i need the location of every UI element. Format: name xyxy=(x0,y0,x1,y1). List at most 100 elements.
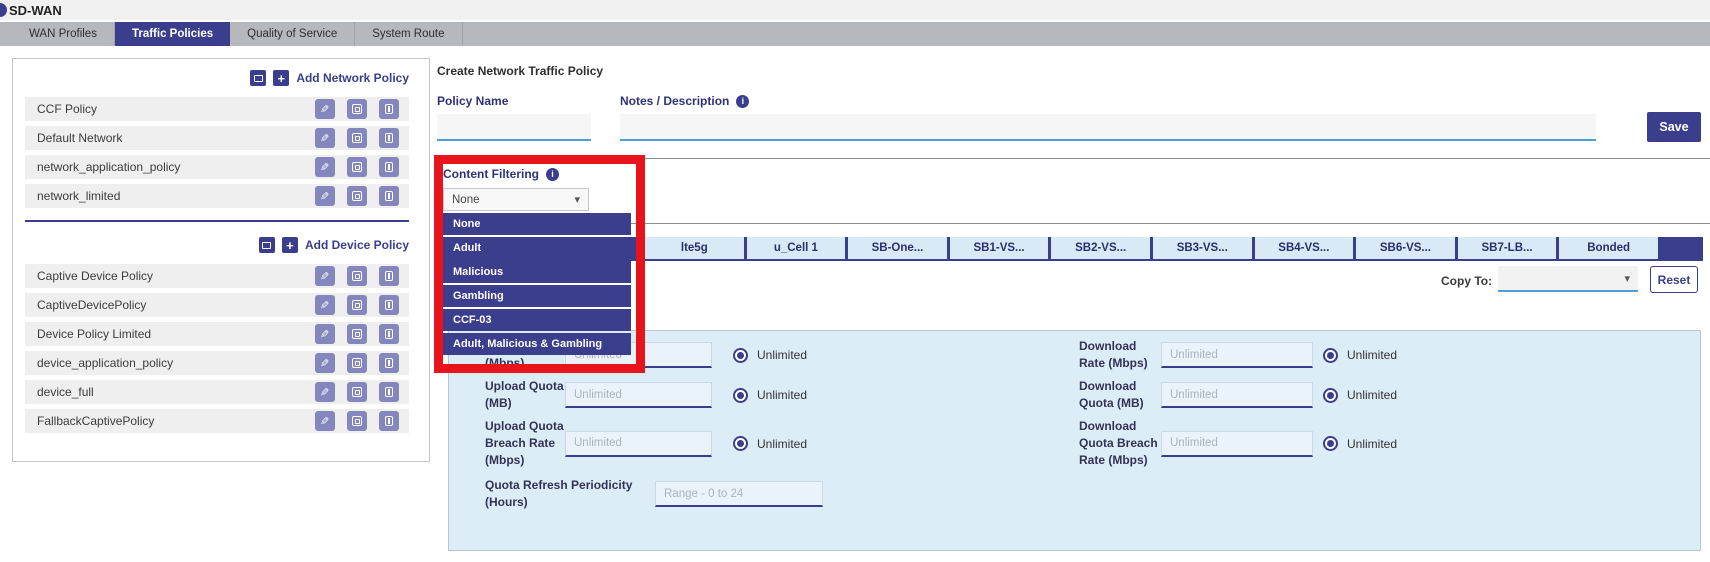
edit-icon[interactable]: ✎ xyxy=(315,157,335,177)
delete-icon[interactable] xyxy=(379,99,399,119)
unlimited-radio-selected[interactable] xyxy=(733,388,748,403)
add-network-policy-label[interactable]: Add Network Policy xyxy=(296,71,409,85)
delete-icon[interactable] xyxy=(379,128,399,148)
plus-icon[interactable] xyxy=(273,70,289,86)
duplicate-icon[interactable] xyxy=(347,128,367,148)
unlimited-radio-selected[interactable] xyxy=(1323,436,1338,451)
policy-name-input[interactable] xyxy=(437,114,591,141)
info-icon[interactable] xyxy=(736,95,749,108)
device-policy-row[interactable]: FallbackCaptivePolicy ✎ xyxy=(25,409,409,433)
rate-input[interactable] xyxy=(1161,382,1313,408)
plus-icon[interactable] xyxy=(282,237,298,253)
field-label: Download Quota (MB) xyxy=(1079,378,1161,412)
network-policy-row[interactable]: network_limited ✎ xyxy=(25,184,409,208)
delete-icon[interactable] xyxy=(379,324,399,344)
delete-icon[interactable] xyxy=(379,157,399,177)
save-button[interactable]: Save xyxy=(1647,112,1701,142)
add-device-policy-label[interactable]: Add Device Policy xyxy=(305,238,409,252)
duplicate-icon[interactable] xyxy=(347,266,367,286)
device-policy-row[interactable]: device_full ✎ xyxy=(25,380,409,404)
duplicate-icon[interactable] xyxy=(347,324,367,344)
rate-input[interactable] xyxy=(565,431,712,457)
edit-icon[interactable]: ✎ xyxy=(315,295,335,315)
edit-icon[interactable]: ✎ xyxy=(315,99,335,119)
tab-system-route[interactable]: System Route xyxy=(355,22,462,46)
device-policy-row[interactable]: device_application_policy ✎ xyxy=(25,351,409,375)
network-policy-row[interactable]: CCF Policy ✎ xyxy=(25,97,409,121)
wan-tab[interactable]: SB1-VS... xyxy=(947,237,1049,259)
device-policy-row[interactable]: Captive Device Policy ✎ xyxy=(25,264,409,288)
content-filtering-value: None xyxy=(452,194,480,206)
rate-input[interactable] xyxy=(565,382,712,408)
policy-name: network_application_policy xyxy=(37,160,315,174)
wan-tab[interactable]: SB6-VS... xyxy=(1353,237,1455,259)
wan-tab[interactable]: lte5g xyxy=(642,237,744,259)
tab-traffic-policies[interactable]: Traffic Policies xyxy=(115,22,230,46)
wan-tab[interactable]: SB3-VS... xyxy=(1150,237,1252,259)
wan-tab[interactable]: Bonded xyxy=(1556,237,1658,259)
edit-icon[interactable]: ✎ xyxy=(315,382,335,402)
add-network-policy[interactable]: Add Network Policy xyxy=(25,69,409,87)
unlimited-radio-selected[interactable] xyxy=(1323,348,1338,363)
delete-icon[interactable] xyxy=(379,411,399,431)
dropdown-option[interactable]: Adult, Malicious & Gambling xyxy=(443,333,631,355)
device-policy-row[interactable]: Device Policy Limited ✎ xyxy=(25,322,409,346)
unlimited-radio-selected[interactable] xyxy=(733,348,748,363)
delete-icon[interactable] xyxy=(379,382,399,402)
wan-tab[interactable]: u_Cell 1 xyxy=(744,237,846,259)
reset-button[interactable]: Reset xyxy=(1650,266,1698,293)
pencil-glyph: ✎ xyxy=(320,329,329,340)
wan-tab[interactable]: SB4-VS... xyxy=(1252,237,1354,259)
wan-tab-label: u_Cell 1 xyxy=(774,242,818,254)
quota-refresh-input[interactable] xyxy=(655,481,823,507)
delete-icon[interactable] xyxy=(379,353,399,373)
dropdown-option[interactable]: Malicious xyxy=(443,261,631,283)
wan-tab-label: Bonded xyxy=(1587,242,1630,254)
duplicate-glyph xyxy=(352,271,362,281)
content-filtering-select[interactable]: None xyxy=(443,188,589,211)
duplicate-icon[interactable] xyxy=(347,353,367,373)
edit-icon[interactable]: ✎ xyxy=(315,266,335,286)
copy-network-policy-icon[interactable] xyxy=(250,70,266,86)
collapse-circle-icon[interactable] xyxy=(0,3,7,17)
wan-tab[interactable]: SB-One... xyxy=(845,237,947,259)
info-icon[interactable] xyxy=(546,168,559,181)
delete-icon[interactable] xyxy=(379,186,399,206)
duplicate-icon[interactable] xyxy=(347,411,367,431)
edit-icon[interactable]: ✎ xyxy=(315,186,335,206)
row-actions: ✎ xyxy=(315,324,399,344)
duplicate-icon[interactable] xyxy=(347,382,367,402)
dropdown-option[interactable]: CCF-03 xyxy=(443,309,631,331)
wan-tab[interactable]: SB7-LB... xyxy=(1455,237,1557,259)
tab-quality-of-service[interactable]: Quality of Service xyxy=(230,22,355,46)
copy-to-select[interactable] xyxy=(1498,266,1638,292)
dropdown-option[interactable]: Adult xyxy=(443,237,631,259)
edit-icon[interactable]: ✎ xyxy=(315,411,335,431)
delete-icon[interactable] xyxy=(379,266,399,286)
network-policy-row[interactable]: network_application_policy ✎ xyxy=(25,155,409,179)
duplicate-glyph xyxy=(352,104,362,114)
unlimited-radio-selected[interactable] xyxy=(1323,388,1338,403)
duplicate-icon[interactable] xyxy=(347,99,367,119)
copy-device-policy-icon[interactable] xyxy=(259,237,275,253)
rate-input[interactable] xyxy=(1161,431,1313,457)
delete-icon[interactable] xyxy=(379,295,399,315)
tab-wan-profiles[interactable]: WAN Profiles xyxy=(12,22,115,46)
duplicate-icon[interactable] xyxy=(347,186,367,206)
duplicate-icon[interactable] xyxy=(347,157,367,177)
chevron-down-icon xyxy=(1624,269,1630,287)
edit-icon[interactable]: ✎ xyxy=(315,324,335,344)
duplicate-icon[interactable] xyxy=(347,295,367,315)
network-policy-row[interactable]: Default Network ✎ xyxy=(25,126,409,150)
dropdown-option[interactable]: Gambling xyxy=(443,285,631,307)
edit-icon[interactable]: ✎ xyxy=(315,353,335,373)
unlimited-radio-selected[interactable] xyxy=(733,436,748,451)
add-device-policy[interactable]: Add Device Policy xyxy=(25,236,409,254)
rate-input[interactable] xyxy=(1161,342,1313,368)
wan-tab[interactable]: SB2-VS... xyxy=(1048,237,1150,259)
notes-input[interactable] xyxy=(620,114,1596,141)
dropdown-option[interactable]: None xyxy=(443,213,631,235)
device-policy-row[interactable]: CaptiveDevicePolicy ✎ xyxy=(25,293,409,317)
wan-tab-partial[interactable] xyxy=(1658,237,1703,259)
edit-icon[interactable]: ✎ xyxy=(315,128,335,148)
